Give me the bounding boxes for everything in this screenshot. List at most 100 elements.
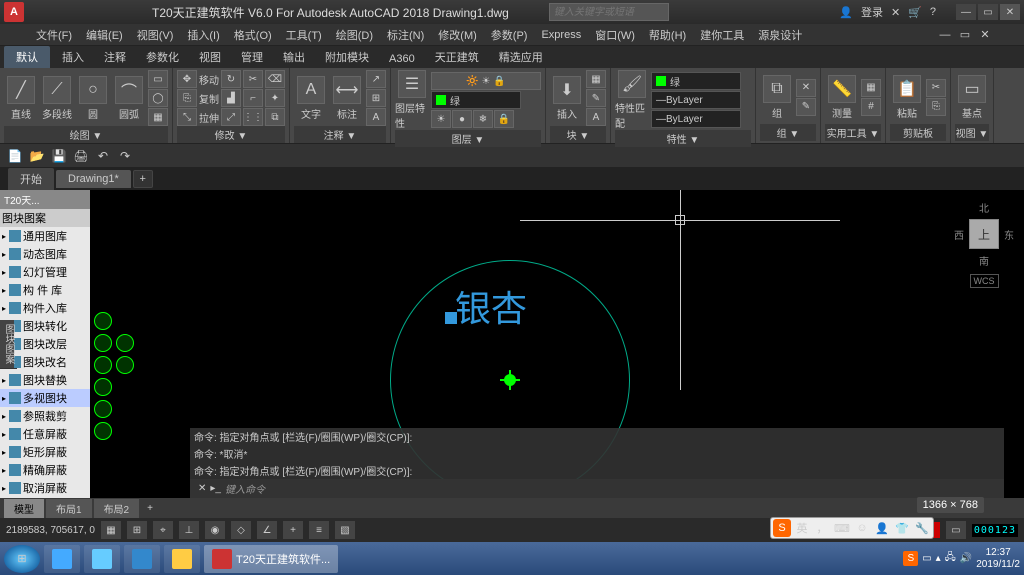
block-thumb[interactable]: [116, 356, 134, 374]
panel-groups-label[interactable]: 组 ▼: [760, 124, 816, 141]
qat-new-icon[interactable]: 📄: [6, 147, 24, 165]
file-tab-start[interactable]: 开始: [8, 168, 54, 190]
signin-label[interactable]: 登录: [861, 4, 883, 20]
array-button[interactable]: ⋮⋮: [243, 108, 263, 126]
palette-item[interactable]: 多视图块: [0, 389, 90, 407]
stretch-button[interactable]: ⤡: [177, 108, 197, 126]
tray-up-icon[interactable]: ▴: [936, 553, 941, 564]
menu-draw[interactable]: 绘图(D): [330, 25, 379, 45]
palette-section[interactable]: 图块图案: [0, 209, 90, 227]
palette-item[interactable]: 屏蔽框开: [0, 497, 90, 498]
ribbon-tab-annotate[interactable]: 注释: [94, 46, 136, 68]
scale-button[interactable]: ⤢: [221, 108, 241, 126]
cmd-chevron-icon[interactable]: ▸_: [210, 483, 221, 494]
color-combo[interactable]: 绿: [651, 72, 741, 90]
lineweight-combo[interactable]: — ByLayer: [651, 91, 741, 109]
exchange-icon[interactable]: ✕: [891, 6, 900, 19]
measure-button[interactable]: 📏测量: [825, 70, 859, 124]
ellipse-button[interactable]: ◯: [148, 89, 168, 107]
transparency-button[interactable]: ▧: [335, 521, 355, 539]
layout-tab-2[interactable]: 布局2: [94, 499, 140, 518]
snap-button[interactable]: ⌖: [153, 521, 173, 539]
ime-punct-icon[interactable]: ，: [813, 519, 831, 537]
vtab-1[interactable]: 图块图案: [0, 320, 17, 369]
palette-item[interactable]: 参照裁剪: [0, 407, 90, 425]
file-tab-add-button[interactable]: +: [133, 170, 153, 188]
ime-login-icon[interactable]: 👤: [873, 519, 891, 537]
ribbon-tab-a360[interactable]: A360: [379, 50, 425, 68]
rotate-button[interactable]: ↻: [221, 70, 241, 88]
palette-item[interactable]: 精确屏蔽: [0, 461, 90, 479]
layout-tab-model[interactable]: 模型: [4, 499, 44, 518]
palette-item[interactable]: 取消屏蔽: [0, 479, 90, 497]
dimension-button[interactable]: ⟷标注: [330, 70, 364, 126]
lwt-button[interactable]: ≡: [309, 521, 329, 539]
block-attr-button[interactable]: A: [586, 108, 606, 126]
line-button[interactable]: ╱直线: [4, 70, 38, 126]
layer-lock-button[interactable]: 🔒: [494, 110, 514, 128]
block-thumb[interactable]: [116, 334, 134, 352]
palette-item[interactable]: 矩形屏蔽: [0, 443, 90, 461]
menu-format[interactable]: 格式(O): [228, 25, 278, 45]
menu-modify[interactable]: 修改(M): [432, 25, 483, 45]
menu-tools[interactable]: 工具(T): [280, 25, 328, 45]
viewcube-face[interactable]: 上: [969, 219, 999, 249]
block-thumb[interactable]: [94, 312, 112, 330]
block-thumb[interactable]: [94, 400, 112, 418]
trim-button[interactable]: ✂: [243, 70, 263, 88]
help-icon[interactable]: ?: [930, 6, 936, 18]
taskbar-app-autocad[interactable]: T20天正建筑软件...: [204, 545, 338, 573]
polyline-button[interactable]: ⟋多段线: [40, 70, 74, 126]
ime-sogou-icon[interactable]: S: [773, 519, 791, 537]
polar-button[interactable]: ◉: [205, 521, 225, 539]
offset-button[interactable]: ⧉: [265, 108, 285, 126]
menu-express[interactable]: Express: [535, 27, 587, 43]
taskbar-pinned[interactable]: [44, 545, 80, 573]
doc-close-button[interactable]: ✕: [976, 27, 994, 43]
panel-modify-label[interactable]: 修改 ▼: [177, 126, 285, 143]
ime-emoji-icon[interactable]: ☺: [853, 519, 871, 537]
ime-keyboard-icon[interactable]: ⌨: [833, 519, 851, 537]
ribbon-tab-manage[interactable]: 管理: [231, 46, 273, 68]
panel-utilities-label[interactable]: 实用工具 ▼: [825, 124, 881, 141]
qat-undo-icon[interactable]: ↶: [94, 147, 112, 165]
block-thumb[interactable]: [94, 334, 112, 352]
menu-dimension[interactable]: 标注(N): [381, 25, 430, 45]
tray-clock[interactable]: 12:37 2019/11/2: [976, 547, 1020, 571]
block-thumb[interactable]: [94, 378, 112, 396]
layout-tab-1[interactable]: 布局1: [46, 499, 92, 518]
palette-item[interactable]: 动态图库: [0, 245, 90, 263]
panel-properties-label[interactable]: 特性 ▼: [615, 130, 751, 147]
ortho-button[interactable]: ⊥: [179, 521, 199, 539]
edit-block-button[interactable]: ✎: [586, 89, 606, 107]
model-space-button[interactable]: ▦: [101, 521, 121, 539]
tray-network-icon[interactable]: 🖧: [945, 550, 956, 567]
qat-redo-icon[interactable]: ↷: [116, 147, 134, 165]
taskbar-pinned[interactable]: [124, 545, 160, 573]
menu-edit[interactable]: 编辑(E): [80, 25, 129, 45]
ribbon-tab-view[interactable]: 视图: [189, 46, 231, 68]
wcs-label[interactable]: WCS: [970, 274, 999, 288]
panel-layers-label[interactable]: 图层 ▼: [395, 130, 541, 147]
qat-save-icon[interactable]: 💾: [50, 147, 68, 165]
ribbon-tab-default[interactable]: 默认: [4, 46, 50, 68]
copy-clip-button[interactable]: ⎘: [926, 98, 946, 116]
menu-help[interactable]: 帮助(H): [643, 25, 692, 45]
block-thumb[interactable]: [94, 356, 112, 374]
fillet-button[interactable]: ⌐: [243, 89, 263, 107]
menu-parametric[interactable]: 参数(P): [485, 25, 534, 45]
doc-minimize-button[interactable]: —: [936, 27, 954, 43]
cmd-close-icon[interactable]: ✕: [194, 483, 210, 494]
menu-insert[interactable]: 插入(I): [181, 25, 225, 45]
menu-yuanquan[interactable]: 源泉设计: [752, 25, 808, 45]
ribbon-tab-parametric[interactable]: 参数化: [136, 46, 189, 68]
copy-button[interactable]: ⎘: [177, 89, 197, 107]
table-button[interactable]: ⊞: [366, 89, 386, 107]
cmd-input[interactable]: 键入命令: [225, 481, 265, 496]
ime-toolbar[interactable]: S 英 ， ⌨ ☺ 👤 👕 🔧: [770, 517, 934, 539]
file-tab-drawing1[interactable]: Drawing1*: [56, 170, 131, 188]
close-button[interactable]: ✕: [1000, 4, 1020, 20]
create-block-button[interactable]: ▦: [586, 70, 606, 88]
hatch-button[interactable]: ▦: [148, 108, 168, 126]
otrack-button[interactable]: ∠: [257, 521, 277, 539]
